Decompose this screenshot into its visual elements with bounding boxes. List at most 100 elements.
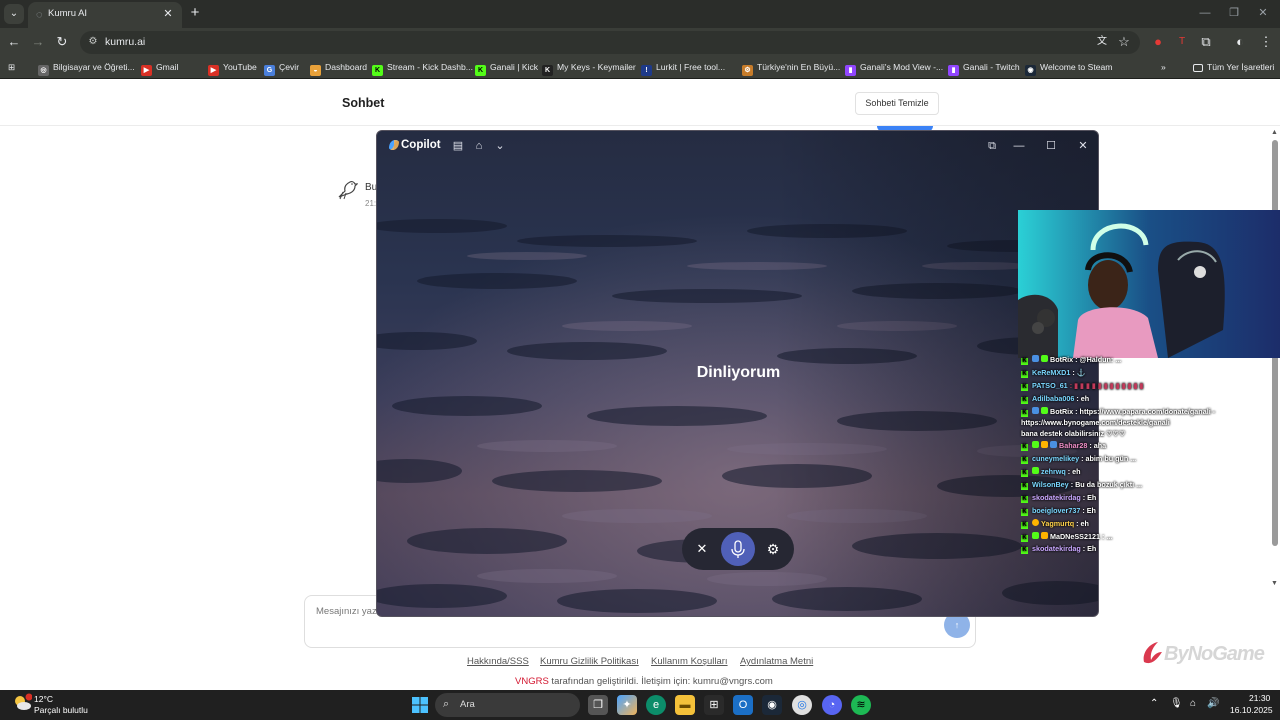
profile-avatar-icon[interactable]: ◐ — [1232, 34, 1248, 50]
clear-chat-button[interactable]: Sohbeti Temizle — [855, 92, 939, 115]
new-tab-button[interactable]: + — [187, 5, 203, 21]
volume-icon[interactable]: 🔊 — [1207, 698, 1219, 709]
outlook-icon[interactable]: O — [733, 695, 753, 715]
bookmark-star-icon[interactable]: ☆ — [1116, 34, 1132, 50]
partly-cloudy-icon[interactable] — [12, 693, 32, 713]
clock-date[interactable]: 16.10.2025 — [1230, 705, 1273, 715]
chat-user: WilsonBey — [1032, 480, 1069, 489]
clock-time[interactable]: 21:30 — [1249, 693, 1270, 703]
chat-message: K MaDNeSS2121 : ... — [1021, 532, 1112, 542]
url-text[interactable]: kumru.ai — [105, 36, 145, 48]
copilot-taskbar-icon[interactable]: ✦ — [617, 695, 637, 715]
extension-tp-icon[interactable]: T — [1174, 34, 1190, 50]
chat-text: : Eh — [1082, 544, 1097, 553]
chat-user: zehrwq — [1041, 467, 1066, 476]
kick-icon: K — [1021, 397, 1028, 404]
minimize-icon[interactable]: — — [1012, 139, 1026, 153]
bookmark-item[interactable]: ◒ Dashboard — [310, 60, 367, 76]
windows-start-icon[interactable] — [412, 697, 428, 713]
bookmark-item[interactable]: ▮ Ganali - Twitch — [948, 60, 1020, 76]
task-view-icon[interactable]: ❐ — [588, 695, 608, 715]
taskbar-search[interactable]: ⌕ Ara — [435, 693, 580, 717]
extension-red-icon[interactable]: ● — [1150, 34, 1166, 50]
chat-user: BotRix — [1050, 355, 1074, 364]
bookmark-item[interactable]: ◎ Bilgisayar ve Öğreti... — [38, 60, 135, 76]
file-explorer-icon[interactable]: ▬ — [675, 695, 695, 715]
close-icon[interactable]: ✕ — [1076, 139, 1090, 153]
site-icon: ⚙ — [742, 65, 753, 76]
kick-icon: K — [1021, 384, 1028, 391]
microphone-button[interactable] — [721, 532, 755, 566]
bookmark-item[interactable]: K Ganali | Kick — [475, 60, 538, 76]
taskbar-search-label: Ara — [460, 699, 475, 710]
home-icon[interactable]: ⌂ — [472, 139, 486, 153]
minimize-icon[interactable]: — — [1198, 6, 1212, 20]
close-tab-icon[interactable]: ✕ — [161, 7, 175, 21]
chevron-down-icon[interactable]: ⌄ — [493, 139, 507, 153]
bookmark-item[interactable]: ◉ Welcome to Steam — [1025, 60, 1112, 76]
sidebar-toggle-icon[interactable]: ▤ — [451, 139, 465, 153]
footer-link-faq[interactable]: Hakkında/SSS — [467, 656, 529, 667]
bookmark-item[interactable]: G Çevir — [264, 60, 299, 76]
bookmark-item[interactable]: ! Lurkit | Free tool... — [641, 60, 725, 76]
spotify-icon[interactable]: ≋ — [851, 695, 871, 715]
tab-search-button[interactable]: ⌄ — [4, 4, 24, 24]
dashboard-icon: ◒ — [310, 65, 321, 76]
menu-kebab-icon[interactable]: ⋮ — [1258, 34, 1274, 50]
steam-icon[interactable]: ◉ — [762, 695, 782, 715]
end-voice-button[interactable]: ✕ — [694, 541, 710, 557]
gift-badge-icon — [1041, 441, 1048, 448]
bookmark-item[interactable]: ⚙ Türkiye'nin En Büyü... — [742, 60, 840, 76]
bookmarks-bar: ⊞ ◎ Bilgisayar ve Öğreti... ▶ Gmail ▶ YouTu… — [0, 56, 1280, 79]
back-icon[interactable]: ← — [6, 34, 22, 50]
bookmarks-overflow-icon[interactable]: » — [1161, 60, 1166, 75]
microphone-tray-icon[interactable]: 🎙 — [1170, 698, 1183, 709]
bookmark-item[interactable]: K My Keys - Keymailer — [542, 60, 636, 76]
reload-icon[interactable]: ↻ — [54, 34, 70, 50]
edge-icon[interactable]: e — [646, 695, 666, 715]
all-bookmarks-item[interactable]: Tüm Yer İşaretleri — [1193, 60, 1274, 75]
microsoft-store-icon[interactable]: ⊞ — [704, 695, 724, 715]
kick-icon: K — [1021, 522, 1028, 529]
scroll-down-arrow-icon[interactable]: ▼ — [1271, 580, 1278, 587]
youtube-icon: ▶ — [141, 65, 152, 76]
chat-user: boeiglover737 — [1032, 506, 1081, 515]
tray-overflow-icon[interactable]: ⌃ — [1150, 698, 1158, 709]
footer-link-disclosure[interactable]: Aydınlatma Metni — [740, 656, 813, 667]
site-info-icon[interactable]: ⚙ — [86, 35, 100, 49]
vngrs-link[interactable]: VNGRS — [515, 676, 549, 687]
weather-description[interactable]: Parçalı bulutlu — [34, 705, 88, 715]
maximize-icon[interactable]: ☐ — [1044, 139, 1058, 153]
chat-message: K BotRix : https://www.papara.com/donate/… — [1021, 407, 1215, 417]
stream-chat-overlay: K BotRix : @Haldun: ... K KeReMXD1 : ⚓ K PA… — [1018, 352, 1270, 554]
bookmark-item[interactable]: K Stream - Kick Dashb... — [372, 60, 473, 76]
kick-icon: K — [1021, 483, 1028, 490]
kick-icon: K — [1021, 496, 1028, 503]
bookmark-item[interactable]: ▮ Ganali's Mod View -... — [845, 60, 943, 76]
gift-badge-icon — [1041, 532, 1048, 539]
chrome-icon[interactable]: ◎ — [792, 695, 812, 715]
chat-message: Kskodatekirdag : Eh — [1021, 544, 1096, 554]
settings-gear-icon[interactable]: ⚙ — [764, 540, 782, 558]
address-bar[interactable]: ⚙ kumru.ai — [80, 31, 1140, 54]
apps-grid-icon[interactable]: ⊞ — [8, 60, 15, 75]
bookmark-item[interactable]: ▶ YouTube — [208, 60, 257, 76]
footer-link-terms[interactable]: Kullanım Koşulları — [651, 656, 728, 667]
weather-temperature[interactable]: 12°C — [34, 694, 53, 704]
restore-icon[interactable]: ❐ — [1227, 6, 1241, 20]
copilot-window[interactable]: Copilot ▤ ⌂ ⌄ ⧉ — ☐ ✕ Dinliyorum ✕ ⚙ — [376, 130, 1099, 617]
chat-text: : ... — [1101, 532, 1113, 541]
bookmark-item[interactable]: ▶ Gmail — [141, 60, 178, 76]
network-icon[interactable]: ⌂ — [1190, 698, 1196, 709]
forward-icon[interactable]: → — [30, 34, 46, 50]
tab-kumru-ai[interactable]: ◌ Kumru AI ✕ — [28, 2, 182, 28]
translate-icon[interactable]: 文 — [1094, 34, 1110, 50]
discord-icon[interactable]: ◔ — [822, 695, 842, 715]
scroll-up-arrow-icon[interactable]: ▲ — [1271, 129, 1278, 136]
extensions-puzzle-icon[interactable]: ⧉ — [1198, 34, 1214, 50]
close-window-icon[interactable]: ✕ — [1256, 6, 1270, 20]
pop-out-icon[interactable]: ⧉ — [985, 139, 999, 153]
chat-text: : https://www.papara.com/donate/ganali - — [1075, 407, 1216, 416]
chat-user: Bahar28 — [1059, 441, 1088, 450]
footer-link-privacy[interactable]: Kumru Gizlilik Politikası — [540, 656, 639, 667]
